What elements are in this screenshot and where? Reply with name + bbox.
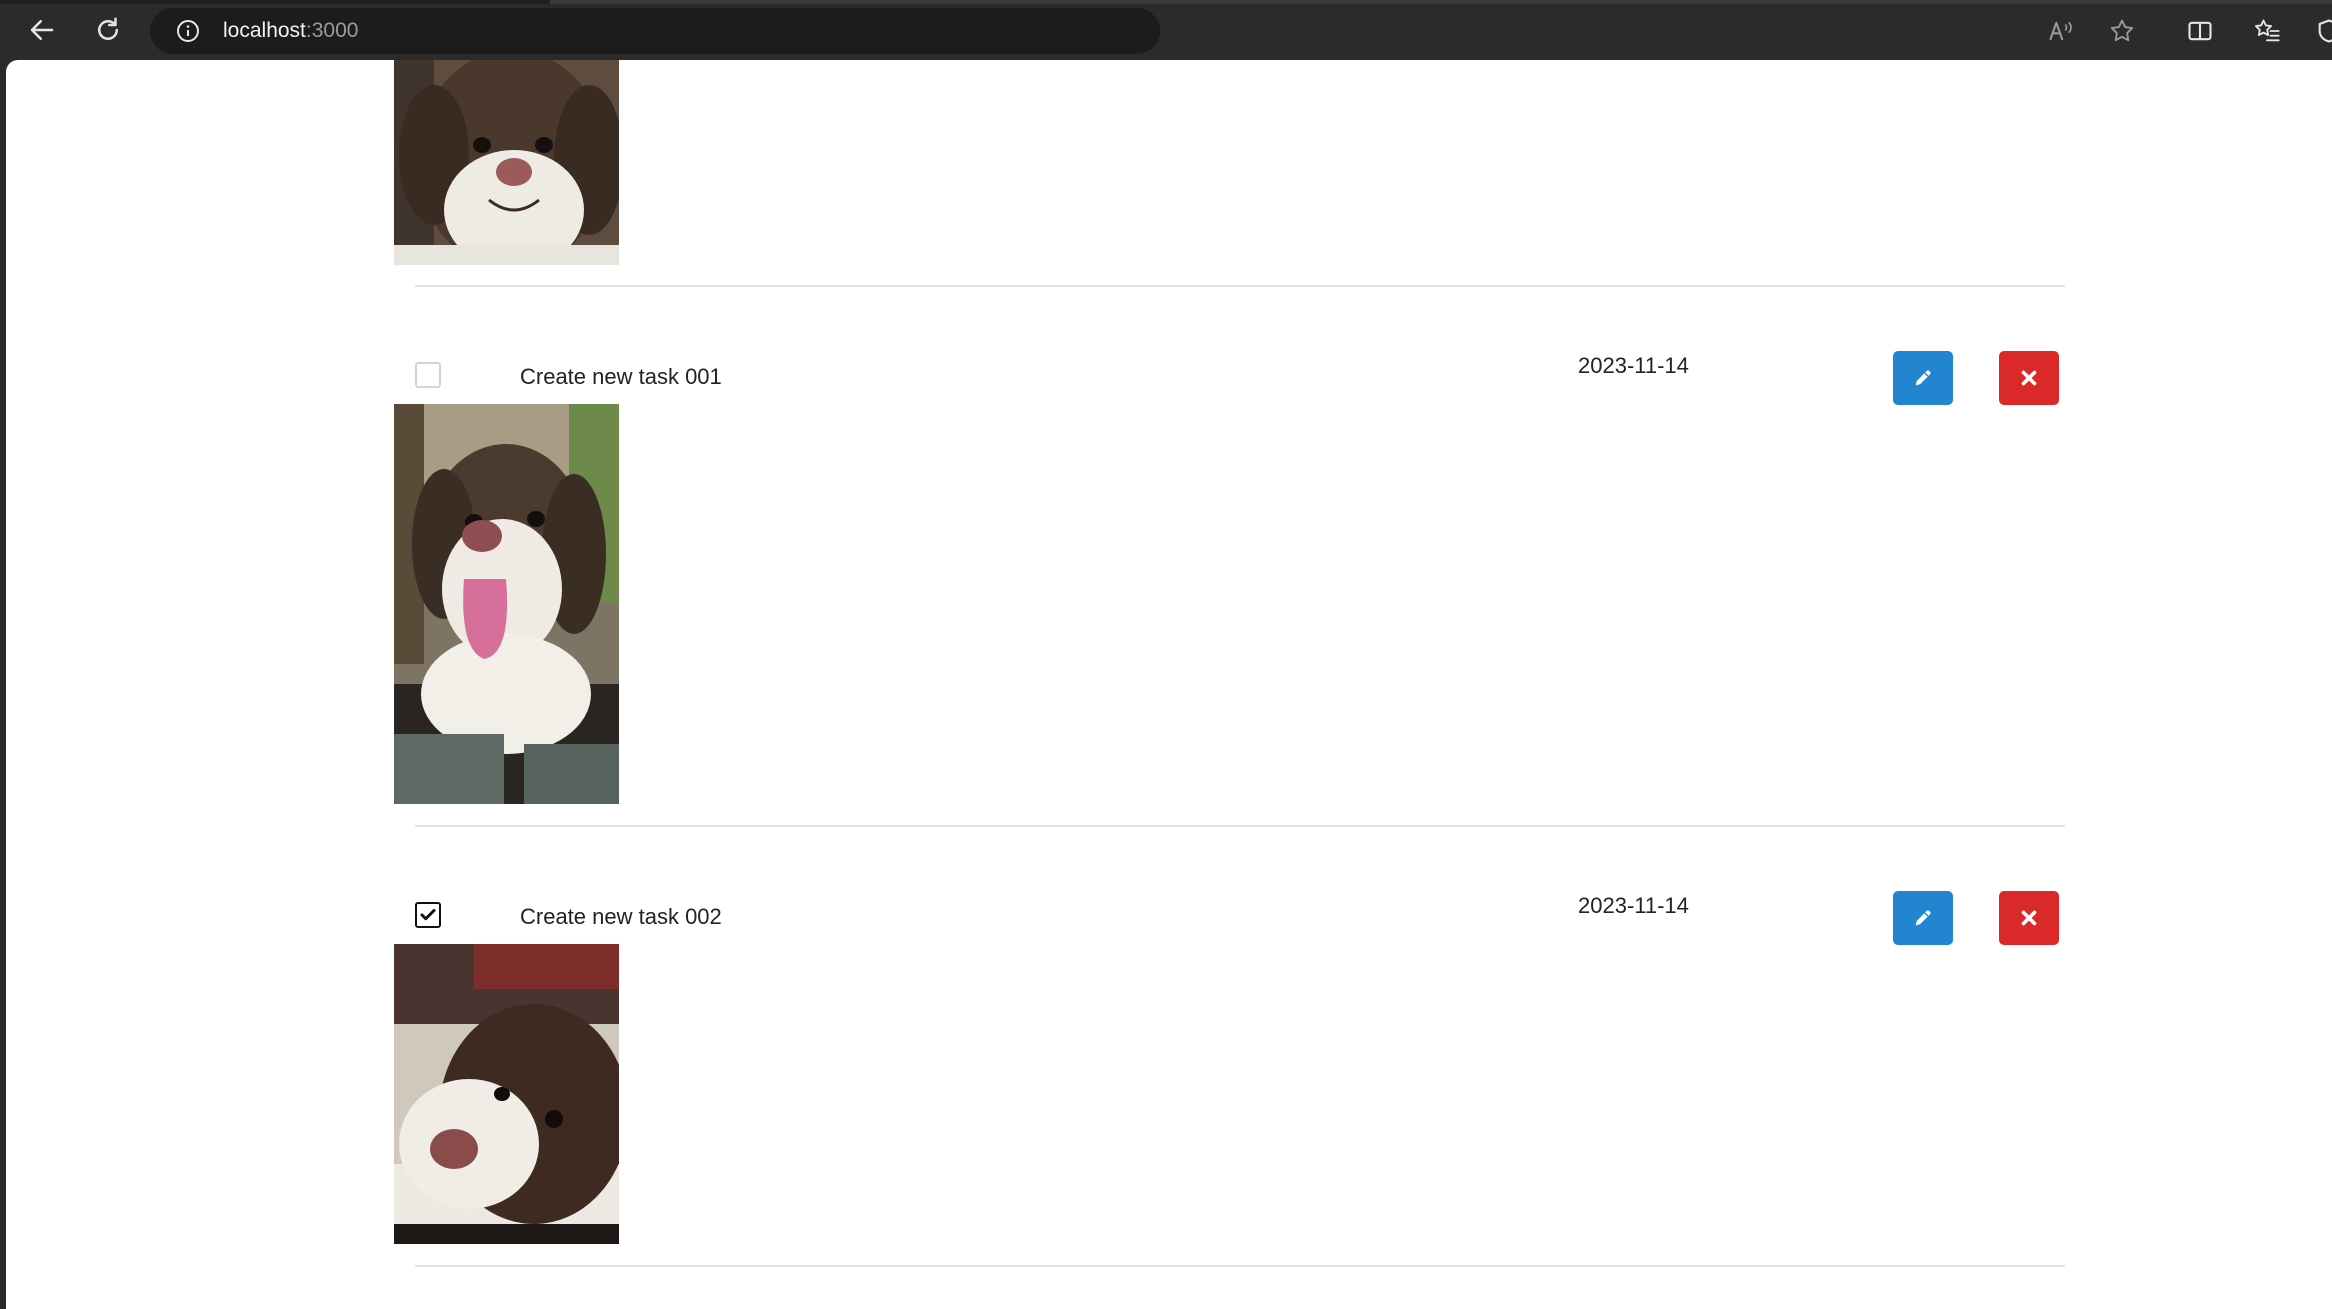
dog-photo — [394, 944, 619, 1244]
dog-photo — [394, 404, 619, 804]
favorites-button[interactable] — [2250, 14, 2284, 48]
task-image — [394, 60, 619, 265]
tab-strip-edge — [0, 0, 2332, 4]
row-divider — [415, 1265, 2065, 1267]
read-aloud-icon — [2049, 21, 2072, 41]
delete-task-button[interactable] — [1999, 351, 2059, 405]
split-screen-button[interactable] — [2183, 14, 2217, 48]
pencil-icon — [1915, 370, 1931, 386]
task-complete-checkbox[interactable] — [415, 902, 441, 928]
extensions-button[interactable] — [2312, 14, 2332, 48]
task-complete-checkbox[interactable] — [415, 362, 441, 388]
task-title: Create new task 001 — [520, 364, 722, 389]
task-title: Create new task 002 — [520, 904, 722, 929]
task-image — [394, 404, 619, 804]
browser-toolbar: localhost:3000 — [0, 0, 2332, 60]
edit-task-button[interactable] — [1893, 891, 1953, 945]
back-arrow-icon — [30, 20, 54, 40]
refresh-button[interactable] — [86, 12, 130, 48]
task-date: 2023-11-14 — [1578, 893, 1689, 918]
url-port: :3000 — [305, 19, 359, 42]
close-icon — [2021, 370, 2037, 386]
read-aloud-button[interactable] — [2044, 14, 2078, 48]
shield-icon — [2318, 19, 2332, 43]
page-viewport: Create new task 001 2023-11-14 Create ne… — [6, 60, 2332, 1309]
star-icon — [2110, 19, 2134, 42]
task-image — [394, 944, 619, 1244]
refresh-icon — [98, 17, 118, 40]
favorites-list-icon — [2254, 19, 2280, 42]
pencil-icon — [1915, 910, 1931, 926]
add-favorite-button[interactable] — [2105, 14, 2139, 48]
dog-photo — [394, 60, 619, 265]
edit-task-button[interactable] — [1893, 351, 1953, 405]
url-host: localhost — [223, 19, 306, 42]
task-date: 2023-11-14 — [1578, 353, 1689, 378]
address-bar[interactable]: localhost:3000 — [150, 8, 1160, 54]
row-divider — [415, 285, 2065, 287]
url-text: localhost:3000 — [223, 19, 358, 43]
checkmark-icon — [420, 909, 436, 921]
close-icon — [2021, 910, 2037, 926]
row-divider — [415, 825, 2065, 827]
info-icon[interactable] — [176, 19, 200, 43]
delete-task-button[interactable] — [1999, 891, 2059, 945]
split-screen-icon — [2188, 21, 2212, 41]
back-button[interactable] — [20, 12, 64, 48]
